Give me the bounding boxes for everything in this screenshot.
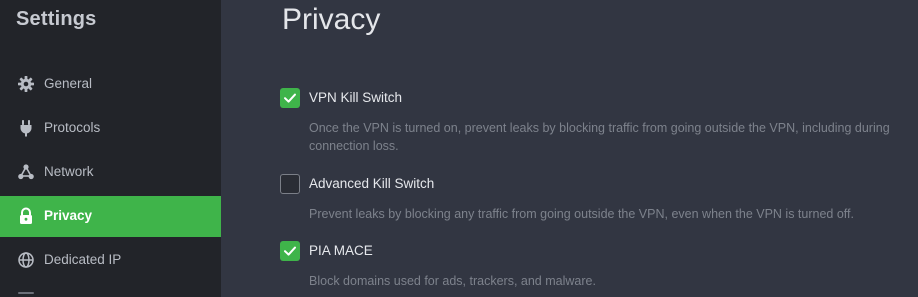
page-title: Privacy (282, 3, 381, 36)
setting-label: VPN Kill Switch (309, 90, 403, 105)
gear-icon (17, 75, 35, 93)
network-nodes-icon (17, 163, 35, 181)
lock-icon (17, 207, 35, 225)
sidebar-item-label: Network (44, 164, 94, 179)
sidebar-item-network[interactable]: Network (0, 152, 221, 193)
sidebar-item-dedicated-ip[interactable]: Dedicated IP (0, 240, 221, 281)
sidebar-title: Settings (16, 8, 97, 30)
setting-description: Block domains used for ads, trackers, an… (309, 274, 596, 288)
setting-description: Prevent leaks by blocking any traffic fr… (309, 207, 854, 221)
sidebar-item-label: Privacy (44, 208, 93, 223)
sidebar-item-label: Dedicated IP (44, 252, 122, 267)
sidebar: Settings General Protocols Network Priva… (0, 0, 221, 297)
pia-mace-checkbox[interactable] (280, 241, 300, 261)
checkmark-icon (284, 93, 296, 103)
next-item-icon-partial (18, 292, 34, 294)
vpn-kill-switch-checkbox[interactable] (280, 88, 300, 108)
sidebar-item-privacy[interactable]: Privacy (0, 196, 221, 237)
globe-icon (17, 251, 35, 269)
setting-description: Once the VPN is turned on, prevent leaks… (309, 121, 890, 153)
sidebar-item-label: General (44, 76, 93, 91)
sidebar-item-protocols[interactable]: Protocols (0, 108, 221, 149)
setting-label: Advanced Kill Switch (309, 176, 435, 191)
plug-icon (17, 119, 35, 137)
checkmark-icon (284, 246, 296, 256)
sidebar-item-general[interactable]: General (0, 64, 221, 105)
sidebar-item-label: Protocols (44, 120, 101, 135)
setting-label: PIA MACE (309, 243, 373, 258)
settings-window: Settings General Protocols Network Priva… (0, 0, 918, 297)
advanced-kill-switch-checkbox[interactable] (280, 174, 300, 194)
